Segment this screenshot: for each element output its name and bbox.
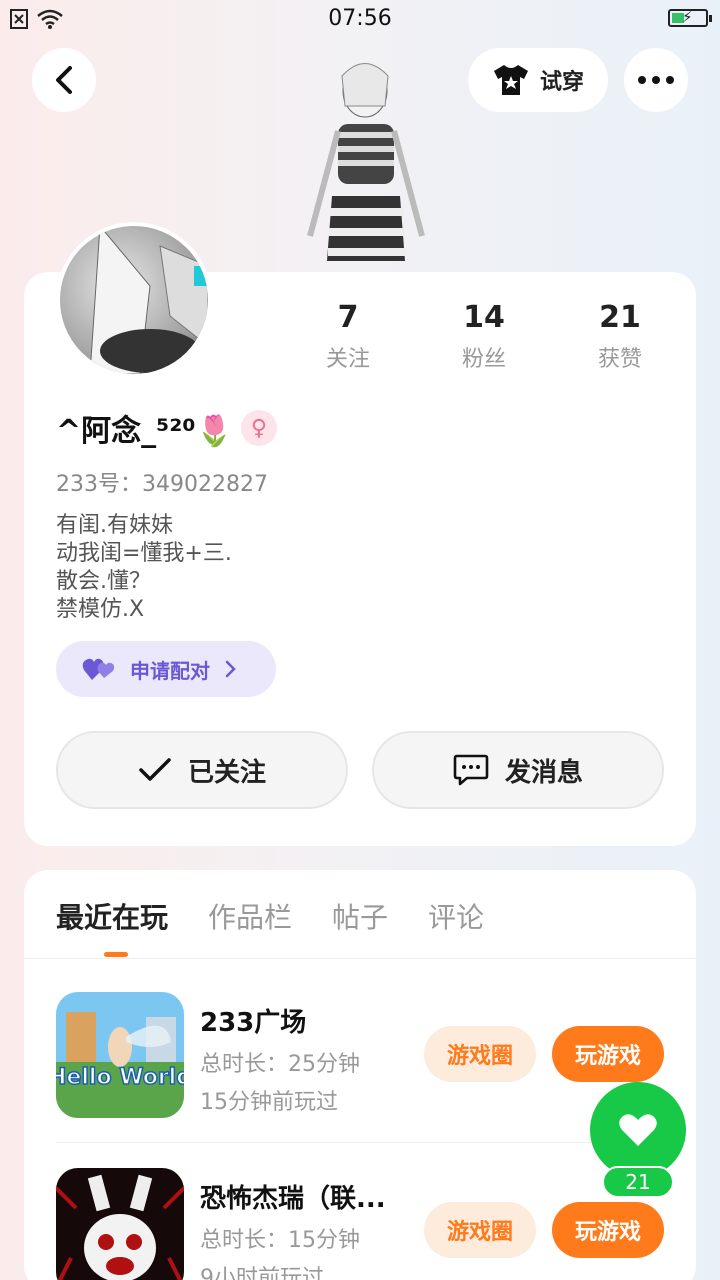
divider <box>56 1142 668 1143</box>
bio-line: 散会.懂？ <box>56 569 151 594</box>
list-item[interactable]: Hello World 233广场 总时长：25分钟 15分钟前玩过 游戏圈 玩… <box>56 992 668 1118</box>
user-id: 233号：349022827 <box>56 472 268 497</box>
game-icon-text: Hello World <box>56 1065 184 1090</box>
bio-line: 动我闺=懂我+三. <box>56 541 232 566</box>
heart-icon <box>619 1114 657 1146</box>
avatar[interactable] <box>56 222 212 378</box>
tab-indicator <box>104 952 128 957</box>
check-icon <box>139 758 171 781</box>
bio-line: 禁模仿.X <box>56 597 145 622</box>
tab-works[interactable]: 作品栏 <box>208 896 292 936</box>
list-item[interactable]: 恐怖杰瑞（联... 总时长：15分钟 9小时前玩过 游戏圈 玩游戏 <box>56 1168 668 1280</box>
username: ^阿念_⁵²⁰🌷 <box>56 414 233 449</box>
more-icon <box>638 76 674 84</box>
more-button[interactable] <box>624 48 688 112</box>
send-message-label: 发消息 <box>504 757 583 788</box>
tab-bar: 最近在玩 作品栏 帖子 评论 <box>56 896 484 936</box>
game-circle-button[interactable]: 游戏圈 <box>424 1202 536 1258</box>
stat-label: 粉丝 <box>461 347 506 372</box>
game-duration: 总时长：25分钟 <box>200 1052 360 1077</box>
game-icon: Hello World <box>56 992 184 1118</box>
game-title: 恐怖杰瑞（联... <box>200 1184 386 1214</box>
game-icon <box>56 1168 184 1280</box>
bio: 有闺.有妹妹 动我闺=懂我+三. 散会.懂？ 禁模仿.X <box>56 512 232 624</box>
back-button[interactable] <box>32 48 96 112</box>
try-on-label: 试穿 <box>539 70 584 95</box>
stat-following[interactable]: 7 关注 <box>280 300 416 373</box>
tab-recently-played[interactable]: 最近在玩 <box>56 896 168 936</box>
play-game-button[interactable]: 玩游戏 <box>552 1026 664 1082</box>
female-icon: ♀ <box>240 410 277 446</box>
followed-button[interactable]: 已关注 <box>56 731 348 809</box>
stat-number: 14 <box>463 300 505 335</box>
chevron-left-icon <box>56 66 72 94</box>
double-heart-icon <box>82 658 115 680</box>
chevron-right-icon <box>225 660 236 678</box>
apply-pair-button[interactable]: 申请配对 <box>56 641 276 697</box>
game-title: 233广场 <box>200 1008 307 1038</box>
like-button[interactable] <box>590 1082 686 1178</box>
game-last-played: 15分钟前玩过 <box>200 1090 338 1115</box>
status-bar: 07:56 ⚡ <box>0 0 720 40</box>
avatar-3d-figure <box>307 63 425 261</box>
avatar-image <box>89 226 208 374</box>
tab-posts[interactable]: 帖子 <box>332 896 388 936</box>
followed-label: 已关注 <box>187 757 266 788</box>
tshirt-icon <box>493 65 528 95</box>
divider <box>24 958 696 959</box>
game-last-played: 9小时前玩过 <box>200 1266 324 1280</box>
battery-icon: ⚡ <box>668 8 712 27</box>
stat-followers[interactable]: 14 粉丝 <box>416 300 552 373</box>
message-icon <box>453 754 489 786</box>
stat-label: 关注 <box>325 347 370 372</box>
stats-row: 7 关注 14 粉丝 21 获赞 <box>280 300 690 373</box>
try-on-button[interactable]: 试穿 <box>468 48 608 112</box>
stat-label: 获赞 <box>597 347 642 372</box>
game-circle-button[interactable]: 游戏圈 <box>424 1026 536 1082</box>
apply-pair-label: 申请配对 <box>130 658 210 683</box>
tab-comments[interactable]: 评论 <box>428 896 484 936</box>
stat-number: 7 <box>337 300 359 335</box>
game-duration: 总时长：15分钟 <box>200 1228 360 1253</box>
clock: 07:56 <box>328 6 392 31</box>
stat-likes[interactable]: 21 获赞 <box>552 300 688 373</box>
like-count: 21 <box>602 1166 674 1198</box>
play-game-button[interactable]: 玩游戏 <box>552 1202 664 1258</box>
bio-line: 有闺.有妹妹 <box>56 513 173 538</box>
name-row: ^阿念_⁵²⁰🌷 ♀ <box>56 406 277 450</box>
stat-number: 21 <box>599 300 641 335</box>
send-message-button[interactable]: 发消息 <box>372 731 664 809</box>
